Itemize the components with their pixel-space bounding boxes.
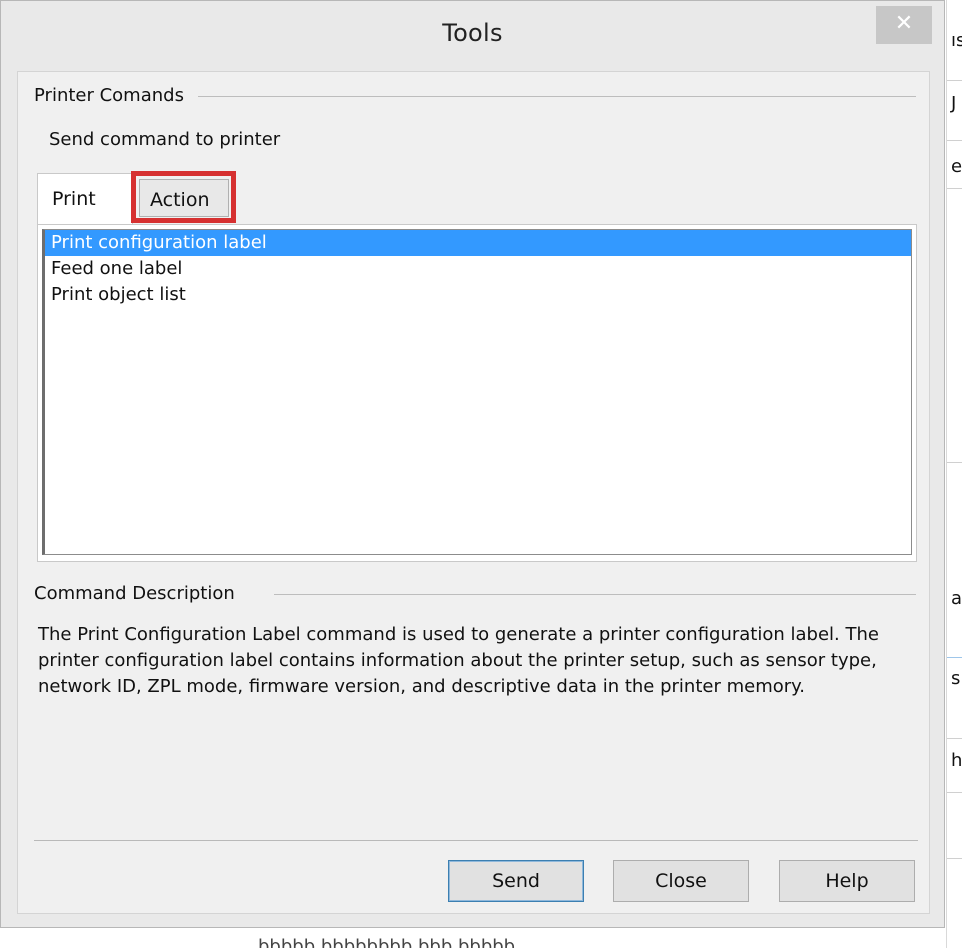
background-divider (947, 140, 962, 141)
command-description-group-label: Command Description (34, 583, 249, 604)
background-text: J (951, 93, 957, 114)
group-divider (274, 594, 916, 595)
background-text: ıs (951, 30, 962, 51)
title-bar[interactable]: Tools ✕ (1, 1, 944, 71)
tools-dialog: Tools ✕ Printer Comands Send command to … (0, 0, 945, 928)
tab-panel-print: Print configuration label Feed one label… (37, 224, 917, 562)
list-item[interactable]: Feed one label (45, 256, 911, 282)
dialog-content: Printer Comands Send command to printer … (17, 71, 930, 914)
tab-print[interactable]: Print (37, 173, 133, 225)
help-button[interactable]: Help (779, 860, 915, 902)
background-divider (947, 858, 962, 859)
background-text: s (951, 668, 961, 689)
background-divider (947, 80, 962, 81)
dialog-title: Tools (442, 19, 503, 47)
list-item[interactable]: Print object list (45, 282, 911, 308)
command-description-text: The Print Configuration Label command is… (38, 624, 879, 697)
button-separator (34, 840, 918, 841)
background-text: a (951, 588, 962, 609)
list-item[interactable]: Print configuration label (45, 230, 911, 256)
close-button[interactable]: Close (613, 860, 749, 902)
printer-commands-group-label: Printer Comands (34, 85, 198, 106)
send-button[interactable]: Send (448, 860, 584, 902)
background-divider (947, 657, 962, 658)
group-divider (198, 96, 916, 97)
command-listbox[interactable]: Print configuration label Feed one label… (42, 229, 912, 555)
tab-action[interactable]: Action (139, 179, 229, 217)
background-text: bbbbb bbbbbbbb bbb bbbbb (258, 936, 516, 948)
background-text: h (951, 750, 962, 771)
close-window-button[interactable]: ✕ (876, 6, 932, 44)
background-divider (947, 792, 962, 793)
background-app-bottom: bbbbb bbbbbbbb bbb bbbbb (0, 930, 946, 948)
printer-commands-subtitle: Send command to printer (49, 129, 281, 150)
background-divider (947, 738, 962, 739)
close-icon: ✕ (894, 11, 914, 36)
background-app-edge: ıs J e a s h (946, 0, 962, 948)
background-text: e (951, 156, 962, 177)
background-divider (947, 188, 962, 189)
background-divider (947, 462, 962, 463)
